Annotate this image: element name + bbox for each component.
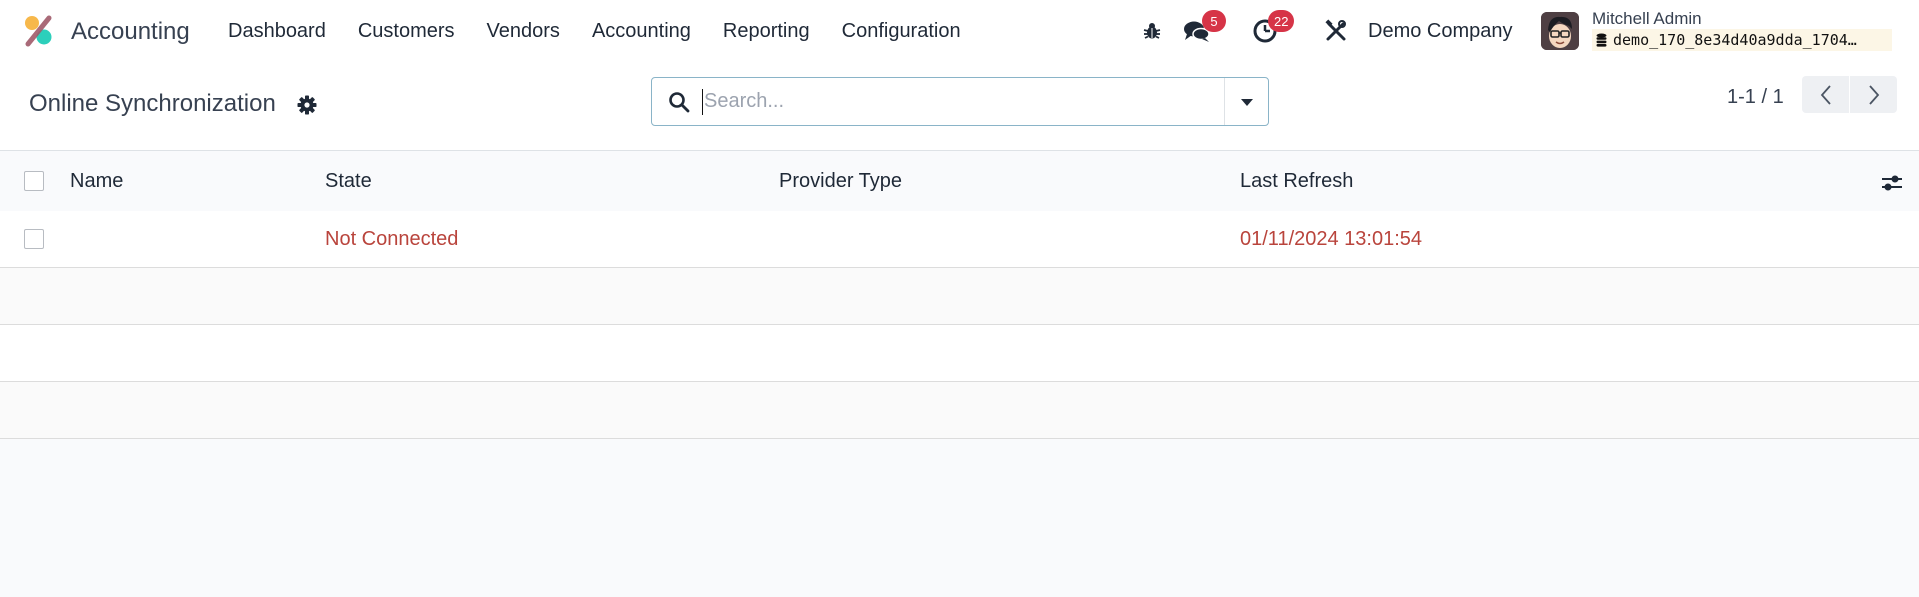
- empty-row: [0, 268, 1919, 325]
- list-header: Name State Provider Type Last Refresh: [0, 151, 1919, 211]
- pager-value[interactable]: 1-1 / 1: [1727, 86, 1784, 109]
- search-icon[interactable]: [664, 87, 694, 117]
- caret-down-icon: [1240, 98, 1253, 106]
- user-name[interactable]: Mitchell Admin: [1592, 9, 1702, 29]
- menu-dashboard[interactable]: Dashboard: [228, 20, 326, 43]
- empty-row: [0, 382, 1919, 439]
- menu-configuration[interactable]: Configuration: [842, 20, 961, 43]
- pager-next-button[interactable]: [1850, 76, 1897, 113]
- column-header-provider-type[interactable]: Provider Type: [779, 170, 902, 193]
- database-name-text: demo_170_8e34d40a9dda_1704…: [1613, 31, 1857, 49]
- search-input[interactable]: [702, 88, 1202, 115]
- activities-count-badge: 22: [1268, 10, 1295, 32]
- select-all-checkbox[interactable]: [24, 171, 44, 191]
- bug-icon[interactable]: [1138, 17, 1166, 45]
- pager-buttons: [1802, 76, 1897, 113]
- pager-previous-button[interactable]: [1802, 76, 1849, 113]
- cell-last-refresh: 01/11/2024 13:01:54: [1240, 228, 1423, 250]
- control-panel: Online Synchronization 1-1: [0, 64, 1919, 151]
- menu-accounting[interactable]: Accounting: [592, 20, 691, 43]
- search-options-toggle[interactable]: [1224, 78, 1268, 125]
- tools-icon[interactable]: [1322, 17, 1350, 45]
- messages-count-badge: 5: [1202, 10, 1226, 32]
- user-avatar[interactable]: [1541, 12, 1579, 50]
- menu-customers[interactable]: Customers: [358, 20, 455, 43]
- gear-icon[interactable]: [296, 94, 318, 116]
- database-name: demo_170_8e34d40a9dda_1704…: [1592, 29, 1892, 51]
- column-header-last-refresh[interactable]: Last Refresh: [1240, 170, 1353, 193]
- company-switcher[interactable]: Demo Company: [1368, 20, 1513, 43]
- app-name[interactable]: Accounting: [71, 18, 190, 46]
- top-navbar: Accounting Dashboard Customers Vendors A…: [0, 0, 1919, 64]
- column-header-state[interactable]: State: [325, 170, 372, 193]
- main-menu: Dashboard Customers Vendors Accounting R…: [228, 20, 993, 43]
- cell-state: Not Connected: [325, 228, 459, 250]
- menu-reporting[interactable]: Reporting: [723, 20, 810, 43]
- database-icon: [1596, 33, 1607, 47]
- row-checkbox[interactable]: [24, 229, 44, 249]
- column-header-name[interactable]: Name: [70, 170, 123, 193]
- accounting-app-logo-icon[interactable]: [22, 14, 56, 48]
- menu-vendors[interactable]: Vendors: [487, 20, 560, 43]
- chevron-left-icon: [1820, 84, 1831, 105]
- chevron-right-icon: [1868, 84, 1879, 105]
- empty-row: [0, 325, 1919, 382]
- search-bar: [651, 77, 1269, 126]
- table-row[interactable]: Not Connected 01/11/2024 13:01:54: [0, 211, 1919, 268]
- optional-columns-icon[interactable]: [1880, 171, 1904, 195]
- page-title: Online Synchronization: [29, 90, 276, 117]
